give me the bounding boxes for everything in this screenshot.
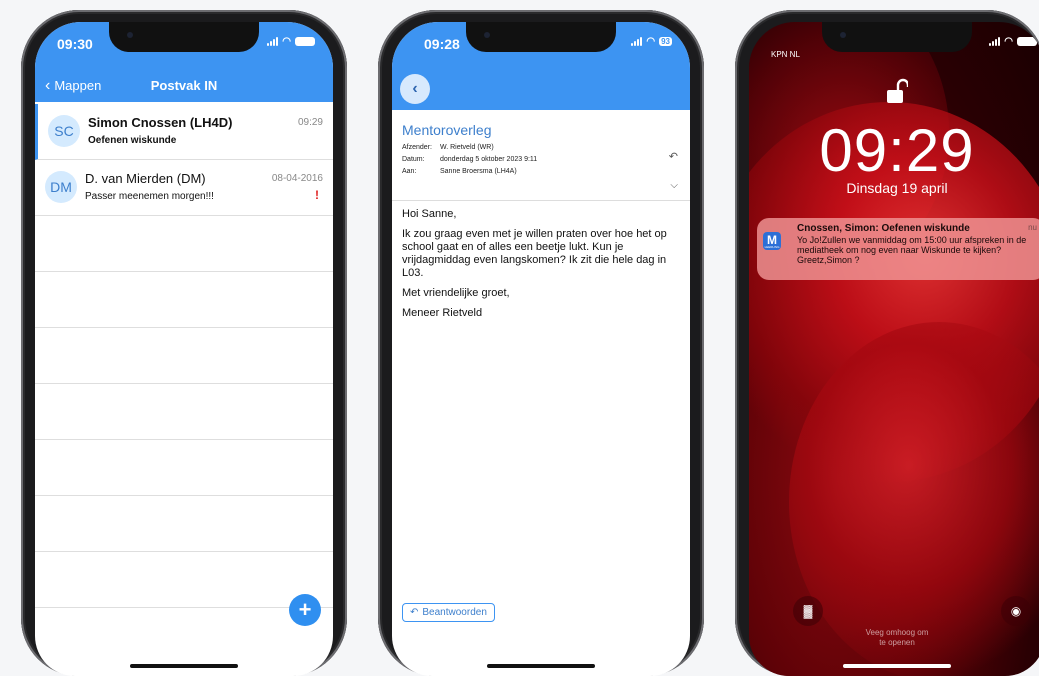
divider	[392, 200, 690, 201]
battery-icon	[1017, 37, 1037, 46]
reply-label: Beantwoorden	[422, 607, 487, 618]
phone-message: 09:28 ◠ 93 ‹ Mentoroverleg Afzender: W. R…	[378, 10, 704, 676]
empty-row	[35, 384, 333, 440]
notification-title: Cnossen, Simon: Oefenen wiskunde	[797, 223, 970, 234]
swipe-hint: Veeg omhoog om te openen	[865, 628, 929, 647]
wifi-icon: ◠	[1004, 36, 1013, 47]
message-subject: Passer meenemen morgen!!!	[85, 191, 214, 202]
empty-row	[35, 216, 333, 272]
message-sender: D. van Mierden (DM)	[85, 171, 206, 186]
notification-time: nu	[1028, 223, 1037, 232]
message-sender: Simon Cnossen (LH4D)	[88, 115, 233, 130]
lock-screen: KPN NL ◠ 09:29 Dinsdag 19 april M LEERLI…	[749, 22, 1039, 676]
notch	[109, 22, 259, 52]
recipient-label: Aan:	[402, 168, 417, 175]
date-line: Datum: donderdag 5 oktober 2023 9:11	[402, 156, 537, 163]
empty-row	[35, 328, 333, 384]
message-screen: 09:28 ◠ 93 ‹ Mentoroverleg Afzender: W. R…	[392, 22, 690, 676]
message-body: Hoi Sanne, Ik zou graag even met je will…	[402, 208, 676, 327]
notification-card[interactable]: M LEERLING Cnossen, Simon: Oefenen wisku…	[757, 218, 1039, 280]
message-subject: Mentoroverleg	[402, 122, 492, 138]
sender-line: Afzender: W. Rietveld (WR)	[402, 144, 494, 151]
wifi-icon: ◠	[282, 36, 291, 47]
recipient-value: Sanne Broersma (LH4A)	[440, 168, 517, 175]
wifi-icon: ◠	[646, 36, 656, 47]
status-time: 09:28	[424, 36, 460, 52]
battery-icon: 93	[659, 37, 672, 46]
lock-date: Dinsdag 19 april	[846, 180, 948, 196]
message-time: 08-04-2016	[271, 173, 323, 184]
empty-row	[35, 496, 333, 552]
avatar: SC	[48, 115, 80, 147]
empty-row	[35, 272, 333, 328]
chevron-down-icon[interactable]: ⌵	[670, 180, 678, 191]
back-button[interactable]: ‹	[400, 74, 430, 104]
list-item[interactable]: SC Simon Cnossen (LH4D) Oefenen wiskunde…	[35, 104, 333, 160]
body-paragraph: Ik zou graag even met je willen praten o…	[402, 228, 667, 279]
date-label: Datum:	[402, 156, 425, 163]
reply-icon[interactable]: ↶	[669, 150, 678, 163]
empty-row	[35, 552, 333, 608]
lock-time: 09:29	[819, 117, 975, 184]
priority-flag-icon: !	[315, 188, 319, 202]
signal-icon	[267, 37, 279, 46]
reply-button[interactable]: ↶ Beantwoorden	[402, 603, 495, 622]
camera-icon[interactable]: ◉	[1001, 596, 1031, 626]
date-value: donderdag 5 oktober 2023 9:11	[440, 156, 538, 163]
message-time: 09:29	[297, 117, 323, 128]
notch	[822, 22, 972, 52]
app-icon: M LEERLING	[763, 232, 781, 250]
notch	[466, 22, 616, 52]
home-indicator	[487, 664, 595, 668]
avatar: DM	[45, 171, 77, 203]
unlocked-padlock-icon	[887, 78, 908, 103]
phone-inbox: 09:30 ◠ ‹ Mappen Postvak IN SC Simon Cno…	[21, 10, 347, 676]
notification-body: Yo Jo!Zullen we vanmiddag om 15:00 uur a…	[797, 235, 1027, 265]
home-indicator[interactable]	[843, 664, 951, 668]
app-icon-caption: LEERLING	[764, 245, 780, 249]
status-time: 09:30	[57, 36, 93, 52]
reply-icon: ↶	[410, 607, 419, 618]
body-paragraph: Met vriendelijke groet,	[402, 287, 510, 299]
signal-icon	[989, 37, 1001, 46]
list-item[interactable]: DM D. van Mierden (DM) Passer meenemen m…	[35, 160, 333, 216]
empty-row	[35, 440, 333, 496]
page-title: Postvak IN	[150, 78, 218, 93]
sender-value: W. Rietveld (WR)	[440, 144, 494, 151]
sender-label: Afzender:	[402, 144, 432, 151]
flashlight-icon[interactable]: ▓	[793, 596, 823, 626]
phone-lockscreen: KPN NL ◠ 09:29 Dinsdag 19 april M LEERLI…	[735, 10, 1039, 676]
inbox-screen: 09:30 ◠ ‹ Mappen Postvak IN SC Simon Cno…	[35, 22, 333, 676]
body-paragraph: Hoi Sanne,	[402, 208, 457, 220]
body-paragraph: Meneer Rietveld	[402, 307, 483, 319]
carrier-label: KPN NL	[771, 50, 800, 59]
battery-icon	[295, 37, 315, 46]
recipient-line: Aan: Sanne Broersma (LH4A)	[402, 168, 517, 175]
home-indicator	[130, 664, 238, 668]
signal-icon	[631, 37, 643, 46]
chevron-left-icon: ‹	[412, 80, 418, 97]
compose-button[interactable]: +	[289, 594, 321, 626]
message-subject: Oefenen wiskunde	[88, 135, 177, 146]
